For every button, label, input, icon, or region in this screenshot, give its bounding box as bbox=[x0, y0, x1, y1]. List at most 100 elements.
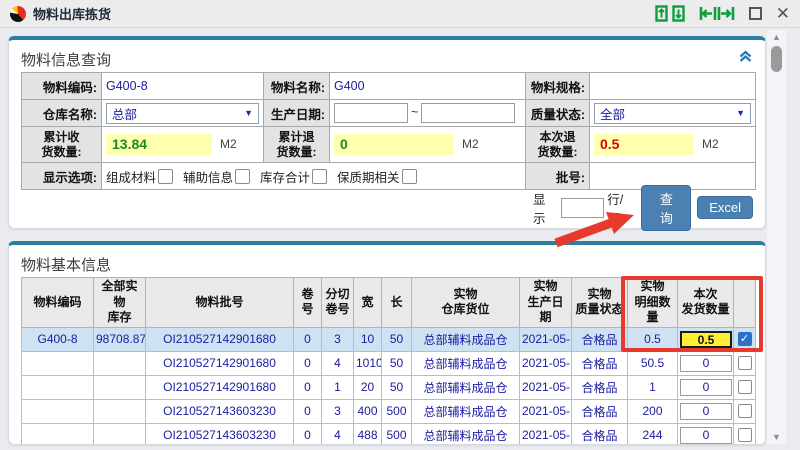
cell-code: G400-8 bbox=[22, 327, 94, 351]
query-button[interactable]: 查询 bbox=[641, 185, 691, 231]
cell-ship-qty: 0 bbox=[678, 375, 734, 399]
cell-ship-qty: 0 bbox=[678, 423, 734, 445]
window-title: 物料出库拣货 bbox=[33, 4, 111, 23]
column-header: 分切 卷号 bbox=[322, 278, 354, 328]
table-row[interactable]: OI21052714360323004488500总部辅料成品仓2021-05-… bbox=[22, 423, 756, 445]
total-received-unit: M2 bbox=[220, 137, 237, 151]
resize-vertical-icon[interactable] bbox=[655, 5, 685, 22]
close-button[interactable]: ✕ bbox=[776, 5, 790, 22]
cell-slit: 4 bbox=[322, 423, 354, 445]
display-option: 库存合计 bbox=[260, 167, 327, 186]
cell-roll: 0 bbox=[294, 423, 322, 445]
cell-quality: 合格品 bbox=[572, 327, 628, 351]
cell-slit: 1 bbox=[322, 375, 354, 399]
column-header: 宽 bbox=[354, 278, 382, 328]
cell-width: 488 bbox=[354, 423, 382, 445]
material-info-panel: 物料基本信息 物料编码全部实物 库存物料批号卷号分切 卷号宽长实物 仓库货位实物… bbox=[8, 241, 766, 445]
scrollbar-thumb[interactable] bbox=[771, 46, 782, 72]
rows-per-page-suffix: 行/页 bbox=[607, 189, 635, 227]
material-name-field[interactable]: G400 bbox=[330, 73, 526, 100]
maximize-button[interactable] bbox=[749, 7, 762, 20]
resize-horizontal-icon[interactable] bbox=[699, 5, 735, 22]
scroll-up-icon[interactable]: ▲ bbox=[772, 30, 781, 44]
chevron-down-icon: ▼ bbox=[244, 108, 253, 118]
total-received-value: 13.84 bbox=[106, 134, 212, 155]
ship-qty-input[interactable]: 0 bbox=[680, 379, 732, 396]
cell-code bbox=[22, 375, 94, 399]
column-header: 实物 明细数量 bbox=[628, 278, 678, 328]
rows-per-page-input[interactable] bbox=[561, 198, 605, 218]
cell-code bbox=[22, 399, 94, 423]
material-code-field[interactable]: G400-8 bbox=[102, 73, 264, 100]
query-section-title: 物料信息查询 bbox=[21, 49, 111, 70]
table-row[interactable]: OI210527142901680012050总部辅料成品仓2021-05-合格… bbox=[22, 375, 756, 399]
cell-width: 20 bbox=[354, 375, 382, 399]
production-date-from-input[interactable] bbox=[334, 103, 408, 123]
row-checkbox[interactable] bbox=[738, 404, 752, 418]
excel-button[interactable]: Excel bbox=[697, 196, 753, 219]
column-header: 本次 发货数量 bbox=[678, 278, 734, 328]
scroll-down-icon[interactable]: ▼ bbox=[772, 430, 781, 444]
display-option-label: 保质期相关 bbox=[337, 167, 400, 186]
table-row[interactable]: G400-898708.87OI210527142901680031050总部辅… bbox=[22, 327, 756, 351]
cell-quality: 合格品 bbox=[572, 399, 628, 423]
ship-qty-input[interactable]: 0 bbox=[680, 427, 732, 444]
date-range-separator: ~ bbox=[411, 105, 418, 119]
cell-select bbox=[734, 399, 756, 423]
table-row[interactable]: OI21052714290168004101050总部辅料成品仓2021-05-… bbox=[22, 351, 756, 375]
total-returned-label: 累计退 货数量: bbox=[264, 127, 330, 163]
display-option-label: 辅助信息 bbox=[183, 167, 233, 186]
material-code-label: 物料编码: bbox=[22, 73, 102, 100]
material-table-body: G400-898708.87OI210527142901680031050总部辅… bbox=[22, 327, 756, 445]
warehouse-label: 仓库名称: bbox=[22, 100, 102, 127]
ship-qty-input[interactable]: 0.5 bbox=[680, 331, 732, 348]
display-option-checkbox[interactable] bbox=[235, 169, 250, 184]
row-checkbox[interactable] bbox=[738, 356, 752, 370]
total-returned-value: 0 bbox=[334, 134, 454, 155]
cell-code bbox=[22, 423, 94, 445]
row-checkbox[interactable]: ✓ bbox=[738, 332, 752, 346]
cell-select bbox=[734, 351, 756, 375]
row-checkbox[interactable] bbox=[738, 380, 752, 394]
title-bar: 物料出库拣货 ✕ bbox=[0, 0, 800, 28]
display-options-label: 显示选项: bbox=[22, 163, 102, 190]
material-name-label: 物料名称: bbox=[264, 73, 330, 100]
column-header: 实物 质量状态 bbox=[572, 278, 628, 328]
production-date-to-input[interactable] bbox=[421, 103, 515, 123]
ship-qty-input[interactable]: 0 bbox=[680, 403, 732, 420]
chevron-down-icon: ▼ bbox=[736, 108, 745, 118]
display-option-label: 组成材料 bbox=[106, 167, 156, 186]
vertical-scrollbar[interactable]: ▲ ▼ bbox=[767, 30, 786, 444]
cell-code bbox=[22, 351, 94, 375]
ship-qty-input[interactable]: 0 bbox=[680, 355, 732, 372]
cell-length: 500 bbox=[382, 399, 412, 423]
table-row[interactable]: OI21052714360323003400500总部辅料成品仓2021-05-… bbox=[22, 399, 756, 423]
cell-detail-qty: 0.5 bbox=[628, 327, 678, 351]
display-option-checkbox[interactable] bbox=[312, 169, 327, 184]
cell-stock bbox=[94, 351, 146, 375]
quality-status-select[interactable]: 全部 ▼ bbox=[594, 103, 751, 124]
display-option-checkbox[interactable] bbox=[158, 169, 173, 184]
cell-stock bbox=[94, 375, 146, 399]
material-spec-field[interactable] bbox=[590, 73, 756, 100]
display-option-checkbox[interactable] bbox=[402, 169, 417, 184]
cell-prod-date: 2021-05- bbox=[520, 327, 572, 351]
cell-prod-date: 2021-05- bbox=[520, 375, 572, 399]
cell-batch: OI210527142901680 bbox=[146, 375, 294, 399]
cell-location: 总部辅料成品仓 bbox=[412, 327, 520, 351]
row-checkbox[interactable] bbox=[738, 428, 752, 442]
query-panel: 物料信息查询 物料编码: G400-8 物料名称: G400 物料规格: 仓库名… bbox=[8, 36, 766, 229]
warehouse-select[interactable]: 总部 ▼ bbox=[106, 103, 259, 124]
quality-status-label: 质量状态: bbox=[526, 100, 590, 127]
current-return-unit: M2 bbox=[702, 137, 719, 151]
cell-prod-date: 2021-05- bbox=[520, 399, 572, 423]
pager-row: 显示 行/页 查询 Excel bbox=[533, 195, 753, 220]
column-header: 全部实物 库存 bbox=[94, 278, 146, 328]
table-section-title: 物料基本信息 bbox=[21, 254, 111, 275]
collapse-section-button[interactable] bbox=[738, 50, 753, 68]
display-option: 组成材料 bbox=[106, 167, 173, 186]
rows-per-page-prefix: 显示 bbox=[533, 189, 558, 227]
cell-batch: OI210527143603230 bbox=[146, 399, 294, 423]
material-spec-label: 物料规格: bbox=[526, 73, 590, 100]
current-return-value: 0.5 bbox=[594, 134, 694, 155]
